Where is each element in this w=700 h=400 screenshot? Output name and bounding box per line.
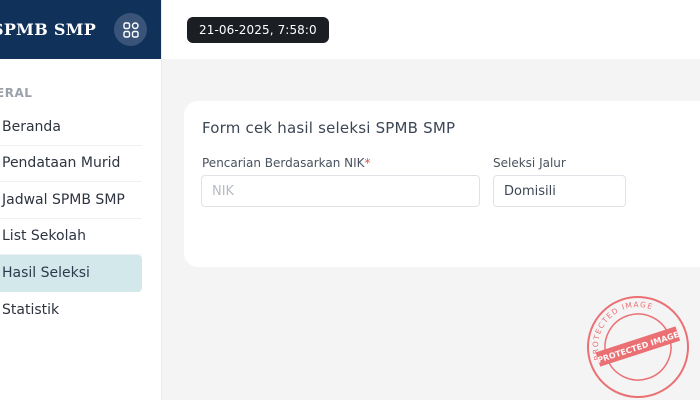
nav-section-label: ERAL [0, 86, 33, 100]
seleksi-jalur-label: Seleksi Jalur [493, 156, 566, 170]
sidebar-item-statistik[interactable]: Statistik [0, 292, 142, 329]
nik-input[interactable] [201, 175, 480, 207]
stamp-center-text: PROTECTED IMAGE [596, 330, 680, 365]
grid-icon [122, 21, 139, 38]
required-marker: * [364, 156, 371, 170]
sidebar-item-hasil-seleksi[interactable]: Hasil Seleksi [0, 255, 142, 292]
seleksi-jalur-select[interactable]: Domisili [493, 175, 626, 207]
nik-label-text: Pencarian Berdasarkan NIK [202, 156, 365, 170]
nik-label: Pencarian Berdasarkan NIK* [202, 156, 371, 170]
sidebar: SPMB SMP ERAL Beranda Pendataan Murid Ja… [0, 0, 162, 400]
sidebar-nav: Beranda Pendataan Murid Jadwal SPMB SMP … [0, 109, 142, 328]
sidebar-item-beranda[interactable]: Beranda [0, 109, 142, 146]
sidebar-item-pendataan-murid[interactable]: Pendataan Murid [0, 146, 142, 182]
brand-header: SPMB SMP [0, 0, 161, 59]
seleksi-jalur-value: Domisili [504, 183, 556, 199]
menu-toggle-button[interactable] [114, 13, 147, 46]
sidebar-item-jadwal-spmb-smp[interactable]: Jadwal SPMB SMP [0, 182, 142, 219]
timestamp-badge: 21-06-2025, 7:58:0 [187, 17, 329, 43]
form-card: Form cek hasil seleksi SPMB SMP Pencaria… [184, 101, 700, 267]
protected-image-stamp: PROTECTED IMAGE PROTECTED IMAGE [579, 293, 689, 398]
form-title: Form cek hasil seleksi SPMB SMP [202, 119, 456, 137]
app-title: SPMB SMP [0, 20, 97, 39]
sidebar-item-list-sekolah[interactable]: List Sekolah [0, 219, 142, 255]
